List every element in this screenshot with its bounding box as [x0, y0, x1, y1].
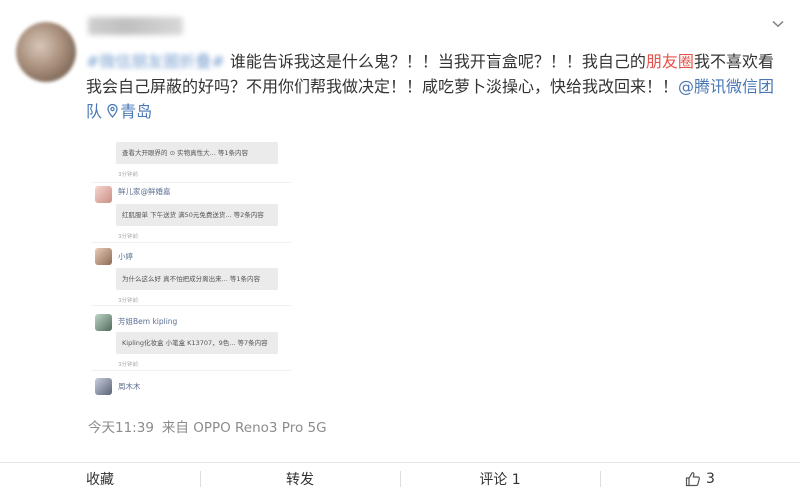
action-bar: 收藏 转发 评论 1 3	[0, 462, 800, 494]
comment-button[interactable]: 评论 1	[400, 463, 600, 494]
list-item-time: 3分钟前	[118, 298, 138, 304]
chevron-down-icon[interactable]	[770, 16, 786, 32]
list-item-content: 查看大开眼界的 ⊙ 实物真性大... 等1条内容	[116, 142, 278, 164]
divider	[91, 370, 291, 371]
location-label: 青岛	[120, 102, 153, 121]
comment-label: 评论 1	[479, 471, 521, 488]
list-item-content: 红肌服单 下午送货 满50元免费送货... 等2条内容	[116, 204, 278, 226]
location-pin-icon	[107, 103, 118, 121]
avatar[interactable]	[16, 22, 76, 82]
list-item-content: Kipling化妆盒 小笔盒 K13707，9色... 等7条内容	[116, 332, 278, 354]
list-item-time: 3分钟前	[118, 362, 138, 368]
post-meta: 今天11:39 来自 OPPO Reno3 Pro 5G	[88, 416, 327, 436]
avatar	[95, 314, 112, 331]
list-item-content: 为什么这么好 真不怕把成分离出来... 等1条内容	[116, 268, 278, 290]
avatar	[95, 378, 112, 395]
list-item-time: 3分钟前	[118, 172, 138, 178]
divider	[91, 242, 291, 243]
list-item-name: 小婷	[118, 252, 133, 261]
repost-button[interactable]: 转发	[200, 463, 400, 494]
avatar	[95, 186, 112, 203]
list-item-name: 周木木	[118, 382, 141, 391]
weibo-post-card: #微信朋友圈折叠# 谁能告诉我这是什么鬼？！！当我开盲盒呢？！！我自己的朋友圈我…	[0, 0, 800, 494]
divider	[91, 182, 291, 183]
thumbs-up-icon	[685, 471, 701, 487]
favorite-label: 收藏	[86, 471, 114, 488]
like-button[interactable]: 3	[600, 463, 800, 494]
divider	[91, 305, 291, 306]
post-time[interactable]: 今天11:39	[88, 420, 154, 436]
list-item-name: 鲜儿家@鲜婚嘉	[118, 187, 171, 196]
list-item-time: 3分钟前	[118, 234, 138, 240]
hashtag-link[interactable]: #微信朋友圈折叠#	[86, 52, 225, 71]
embedded-screenshot-image[interactable]: 查看大开眼界的 ⊙ 实物真性大... 等1条内容 3分钟前 鲜儿家@鲜婚嘉 红肌…	[91, 142, 291, 400]
post-source: 来自 OPPO Reno3 Pro 5G	[161, 420, 327, 436]
avatar	[95, 248, 112, 265]
location-link[interactable]: 青岛	[107, 102, 152, 121]
username-blurred[interactable]	[88, 17, 183, 35]
post-highlight: 朋友圈	[645, 52, 694, 71]
list-item-name: 芳姐Bem kipling	[118, 317, 178, 326]
post-text-part-1: 谁能告诉我这是什么鬼？！！当我开盲盒呢？！！我自己的	[224, 52, 646, 71]
post-text: #微信朋友圈折叠# 谁能告诉我这是什么鬼？！！当我开盲盒呢？！！我自己的朋友圈我…	[86, 49, 786, 126]
favorite-button[interactable]: 收藏	[0, 463, 200, 494]
repost-label: 转发	[286, 471, 314, 488]
like-count: 3	[706, 470, 715, 487]
